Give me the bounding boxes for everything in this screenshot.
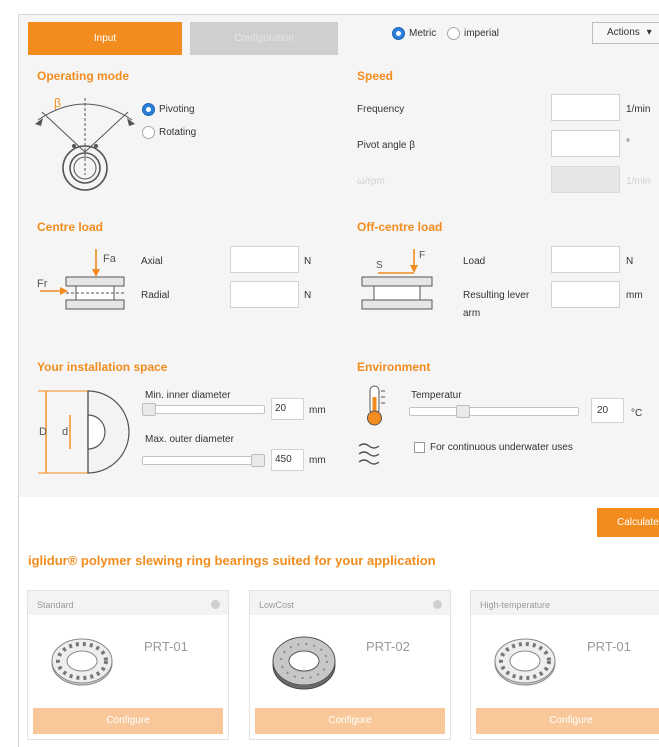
card-category: Standard [28,591,228,615]
installation-title: Your installation space [37,360,168,374]
max-outer-unit: mm [309,455,326,466]
load-label: Load [463,256,486,267]
disabled-speed-label: ω/rpm [357,176,385,187]
slewing-ring-image [272,636,336,690]
min-inner-unit: mm [309,405,326,416]
frequency-input[interactable] [551,94,620,121]
info-icon[interactable] [211,600,220,609]
max-outer-label: Max. outer diameter [145,434,234,445]
load-input[interactable] [551,246,620,273]
pivot-angle-unit: ° [626,138,630,149]
actions-button[interactable]: Actions ▾ [592,22,659,44]
thermometer-icon [367,385,385,426]
pivoting-label: Pivoting [159,104,195,115]
card-model: PRT-01 [144,639,188,654]
rotating-radio[interactable] [142,126,155,139]
rotating-label: Rotating [159,127,197,138]
beta-symbol: β [54,96,61,110]
temperature-label: Temperatur [411,390,462,401]
underwater-checkbox[interactable] [414,442,425,453]
imperial-label: imperial [464,28,500,39]
radial-label: Radial [141,290,170,301]
radial-input[interactable] [230,281,299,308]
fa-symbol: Fa [103,253,116,265]
speed-title: Speed [357,69,394,83]
info-icon[interactable] [433,600,442,609]
off-centre-load-icon [361,249,433,310]
operating-mode-title: Operating mode [37,69,130,83]
temperature-slider-track[interactable] [409,407,579,416]
centre-load-icon [40,249,125,310]
metric-radio[interactable] [392,27,405,40]
pivot-angle-label: Pivot angle β [357,140,416,151]
configure-button[interactable]: Configure [33,708,223,734]
results-heading: iglidur® polymer slewing ring bearings s… [28,553,436,568]
product-card-high-temperature: High-temperature PRT-01 Configure [470,590,659,740]
min-inner-input[interactable]: 20 [271,398,304,420]
min-inner-slider-thumb[interactable] [142,403,156,416]
fr-symbol: Fr [37,278,48,290]
axial-label: Axial [141,256,163,267]
card-model: PRT-01 [587,639,631,654]
radial-unit: N [304,290,312,301]
card-category: High-temperature [471,591,659,615]
f-symbol: F [419,250,426,261]
disabled-speed-input [551,166,620,193]
slewing-ring-image [494,638,556,686]
axial-input[interactable] [230,246,299,273]
product-card-lowcost: LowCost PRT-02 Configure [249,590,451,740]
configure-button[interactable]: Configure [476,708,659,734]
off-centre-load-title: Off-centre load [357,220,443,234]
environment-title: Environment [357,360,431,374]
pivoting-radio[interactable] [142,103,155,116]
card-model: PRT-02 [366,639,410,654]
underwater-label: For continuous underwater uses [430,442,573,453]
temperature-unit: °C [631,408,643,419]
frequency-label: Frequency [357,104,405,115]
calculate-button[interactable]: Calculate [597,508,659,537]
imperial-radio[interactable] [447,27,460,40]
lever-arm-label: Resulting lever [463,290,530,301]
disabled-speed-unit: 1/min [626,176,651,187]
min-inner-label: Min. inner diameter [145,390,231,401]
lever-arm-label-cont: arm [463,308,481,319]
card-category: LowCost [250,591,450,615]
inner-diameter-symbol: d [62,426,69,438]
water-waves-icon [358,443,380,465]
lever-arm-input[interactable] [551,281,620,308]
centre-load-title: Centre load [37,220,104,234]
axial-unit: N [304,256,312,267]
max-outer-input[interactable]: 450 [271,449,304,471]
tab-input[interactable]: Input [28,22,182,55]
s-symbol: S [376,260,383,271]
max-outer-slider-thumb[interactable] [251,454,265,467]
slewing-ring-image [51,638,113,686]
tab-configuration[interactable]: Configuration [190,22,338,55]
temperature-slider-thumb[interactable] [456,405,470,418]
actions-label: Actions [607,27,640,38]
pivot-angle-input[interactable] [551,130,620,157]
pivot-bearing-icon [35,98,135,191]
configure-button[interactable]: Configure [255,708,445,734]
product-card-standard: Standard PRT-01 Configure [27,590,229,740]
outer-diameter-symbol: D [39,426,47,438]
installation-space-icon [38,390,130,474]
min-inner-slider-track[interactable] [142,405,265,414]
temperature-input[interactable]: 20 [591,398,624,423]
lever-arm-unit: mm [626,290,643,301]
max-outer-slider-track[interactable] [142,456,265,465]
metric-label: Metric [409,28,437,39]
chevron-down-icon: ▾ [646,27,652,38]
frequency-unit: 1/min [626,104,651,115]
load-unit: N [626,256,634,267]
